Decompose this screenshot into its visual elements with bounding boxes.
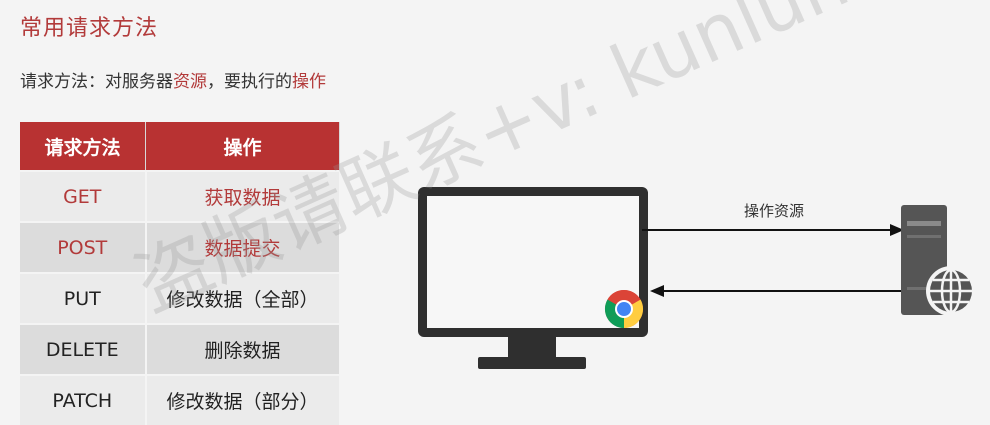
action-cell: 获取数据 (145, 170, 341, 222)
action-cell: 修改数据（全部） (145, 272, 341, 324)
chrome-icon (604, 289, 644, 329)
response-arrowhead-icon (650, 285, 664, 297)
method-cell: POST (20, 221, 147, 273)
subtitle-prefix: 请求方法：对服务器 (20, 72, 173, 92)
table-header-row: 请求方法 操作 (20, 122, 340, 171)
header-method: 请求方法 (20, 122, 146, 171)
table-row: POST 数据提交 (20, 221, 341, 273)
server-icon (901, 205, 976, 316)
method-cell: DELETE (20, 323, 147, 375)
method-cell: GET (20, 170, 147, 222)
monitor-base (478, 357, 586, 369)
request-arrows (642, 224, 906, 297)
table-row: PATCH 修改数据（部分） (20, 374, 341, 425)
globe-icon (926, 266, 976, 316)
method-cell: PATCH (20, 374, 147, 425)
page-title: 常用请求方法 (20, 16, 159, 41)
methods-table: 请求方法 操作 GET 获取数据 POST 数据提交 PUT 修改数据（全部） … (20, 122, 341, 425)
method-cell: PUT (20, 272, 147, 324)
subtitle: 请求方法：对服务器资源，要执行的操作 (20, 67, 326, 92)
action-cell: 数据提交 (145, 221, 341, 273)
table-row: PUT 修改数据（全部） (20, 272, 341, 324)
subtitle-resource: 资源 (173, 72, 207, 92)
header-action: 操作 (145, 122, 340, 171)
subtitle-operation: 操作 (292, 72, 326, 92)
monitor-stand (508, 337, 556, 359)
subtitle-middle: ，要执行的 (207, 72, 292, 92)
action-cell: 删除数据 (145, 323, 341, 375)
table-row: GET 获取数据 (20, 170, 341, 222)
action-cell: 修改数据（部分） (145, 374, 341, 425)
table-row: DELETE 删除数据 (20, 323, 341, 375)
